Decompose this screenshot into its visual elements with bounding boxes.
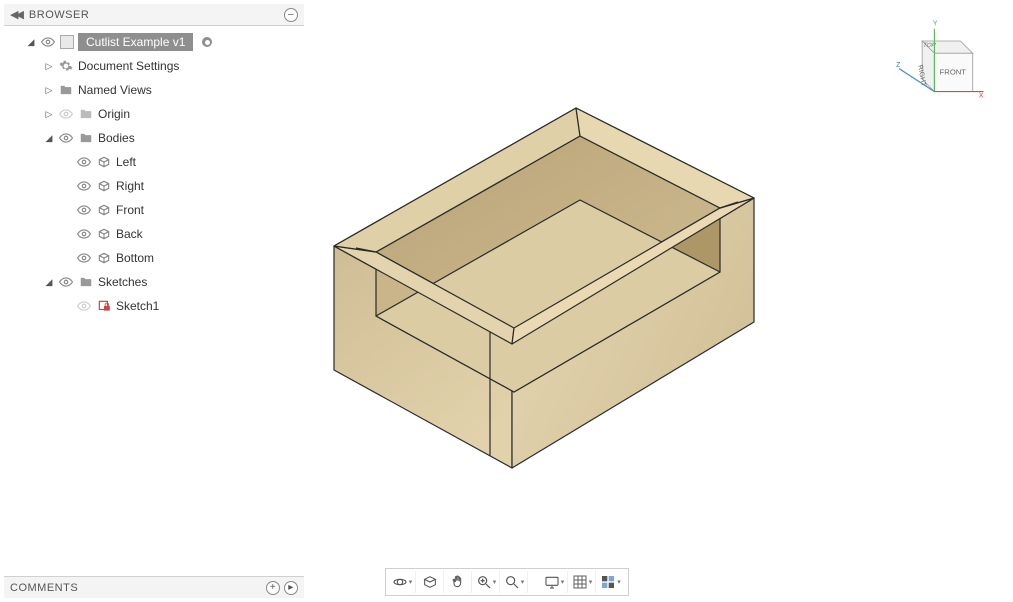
grid-settings-button[interactable]: ▾ <box>570 571 596 593</box>
visibility-toggle[interactable] <box>40 34 56 50</box>
body-icon <box>96 226 112 242</box>
folder-icon <box>78 130 94 146</box>
comments-title: COMMENTS <box>10 582 78 594</box>
folder-icon <box>58 82 74 98</box>
visibility-toggle[interactable] <box>76 202 92 218</box>
tree-item-body-right[interactable]: Right <box>4 174 304 198</box>
tree-item-body-back[interactable]: Back <box>4 222 304 246</box>
visibility-toggle[interactable] <box>76 298 92 314</box>
sketch-locked-icon <box>96 298 112 314</box>
tree-item-label: Right <box>116 179 144 193</box>
browser-panel: ◀◀ BROWSER – Cutlist Example v1 Document… <box>4 4 304 326</box>
visibility-toggle[interactable] <box>58 106 74 122</box>
visibility-toggle[interactable] <box>76 178 92 194</box>
viewports-button[interactable]: ▾ <box>598 571 624 593</box>
gear-icon <box>58 58 74 74</box>
pan-button[interactable] <box>446 571 472 593</box>
visibility-toggle[interactable] <box>58 130 74 146</box>
tree-item-label: Origin <box>98 107 130 121</box>
viewcube[interactable]: TOP FRONT RIGHT Y X Z <box>893 18 985 110</box>
body-icon <box>96 250 112 266</box>
display-settings-button[interactable]: ▾ <box>542 571 568 593</box>
visibility-toggle[interactable] <box>58 274 74 290</box>
tree-item-label: Left <box>116 155 136 169</box>
lookat-button[interactable] <box>418 571 444 593</box>
zoom-button[interactable]: ▾ <box>474 571 500 593</box>
tree-item-bodies[interactable]: Bodies <box>4 126 304 150</box>
component-icon <box>60 35 74 49</box>
body-icon <box>96 202 112 218</box>
visibility-toggle[interactable] <box>76 226 92 242</box>
tree-item-body-bottom[interactable]: Bottom <box>4 246 304 270</box>
tree-item-origin[interactable]: Origin <box>4 102 304 126</box>
tree-item-label: Document Settings <box>78 59 179 73</box>
comments-panel-header[interactable]: COMMENTS + ▸ <box>4 576 304 598</box>
svg-text:Z: Z <box>896 62 900 69</box>
minimize-panel-button[interactable]: – <box>284 8 298 22</box>
body-icon <box>96 178 112 194</box>
expand-toggle[interactable] <box>44 109 54 120</box>
body-icon <box>96 154 112 170</box>
tree-item-label: Bodies <box>98 131 135 145</box>
viewcube-front-label: FRONT <box>940 68 967 77</box>
fit-button[interactable]: ▾ <box>502 571 528 593</box>
tree-item-body-left[interactable]: Left <box>4 150 304 174</box>
tree-item-sketches[interactable]: Sketches <box>4 270 304 294</box>
tree-root-label: Cutlist Example v1 <box>78 33 193 51</box>
visibility-toggle[interactable] <box>76 250 92 266</box>
expand-toggle[interactable] <box>44 61 54 72</box>
tree-item-label: Sketches <box>98 275 147 289</box>
tree-item-label: Named Views <box>78 83 152 97</box>
tree-item-label: Sketch1 <box>116 299 159 313</box>
tree-root[interactable]: Cutlist Example v1 <box>4 30 304 54</box>
collapse-left-icon[interactable]: ◀◀ <box>10 8 21 21</box>
visibility-toggle[interactable] <box>76 154 92 170</box>
tree-item-sketch1[interactable]: Sketch1 <box>4 294 304 318</box>
tree-item-document-settings[interactable]: Document Settings <box>4 54 304 78</box>
folder-icon <box>78 274 94 290</box>
expand-toggle[interactable] <box>44 133 54 144</box>
svg-text:Y: Y <box>933 21 938 28</box>
tree-item-label: Bottom <box>116 251 154 265</box>
expand-toggle[interactable] <box>26 37 36 48</box>
tree-item-body-front[interactable]: Front <box>4 198 304 222</box>
view-toolbar: ▾ ▾ ▾ ▾ ▾ ▾ <box>385 568 629 596</box>
expand-comments-button[interactable]: ▸ <box>284 581 298 595</box>
orbit-button[interactable]: ▾ <box>390 571 416 593</box>
tree-item-label: Front <box>116 203 144 217</box>
folder-icon <box>78 106 94 122</box>
browser-header[interactable]: ◀◀ BROWSER – <box>4 4 304 26</box>
svg-text:X: X <box>979 93 984 100</box>
browser-title: BROWSER <box>29 9 280 21</box>
tree-item-named-views[interactable]: Named Views <box>4 78 304 102</box>
add-comment-button[interactable]: + <box>266 581 280 595</box>
expand-toggle[interactable] <box>44 85 54 96</box>
active-component-radio[interactable] <box>201 36 213 48</box>
expand-toggle[interactable] <box>44 277 54 288</box>
browser-tree: Cutlist Example v1 Document Settings Nam… <box>4 26 304 326</box>
tree-item-label: Back <box>116 227 143 241</box>
